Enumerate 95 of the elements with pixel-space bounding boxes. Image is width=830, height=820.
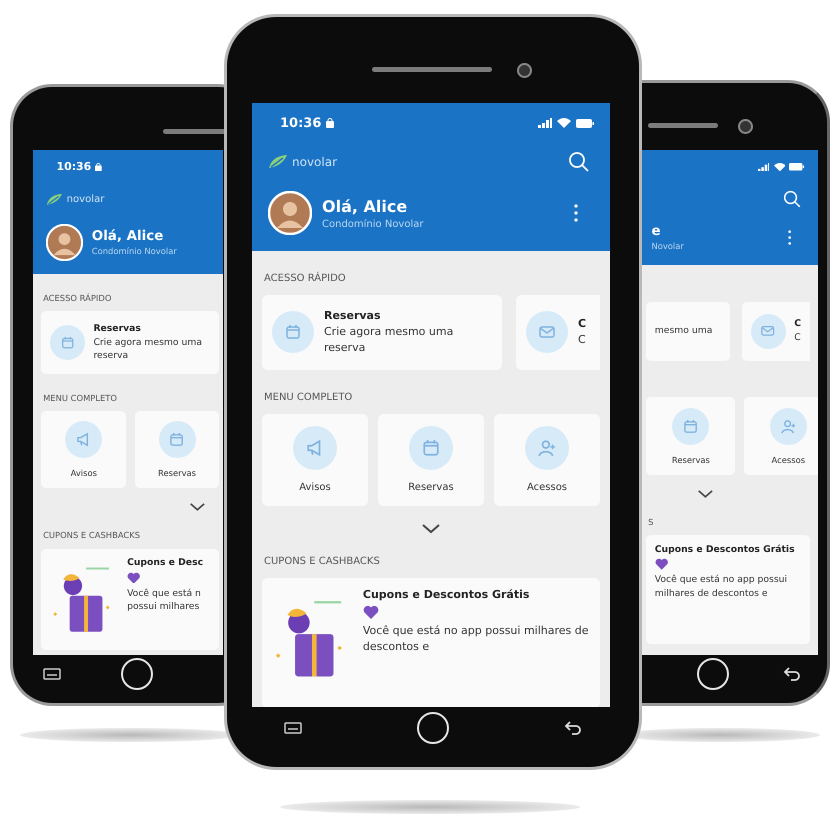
greeting-title: Olá, Alice — [92, 228, 164, 244]
menu-tile[interactable]: Reservas — [378, 414, 484, 506]
section-title: MENU COMPLETO — [43, 392, 118, 403]
card-description: C — [794, 330, 801, 344]
signal-icon — [758, 162, 770, 171]
menu-tile[interactable]: Avisos — [262, 414, 368, 506]
lock-icon — [95, 162, 102, 171]
quick-access-card[interactable]: Reservas Crie agora mesmo uma reserva — [41, 311, 220, 374]
person-icon — [538, 439, 556, 458]
coupon-card[interactable]: Cupons e Descontos Grátis Você que está no app possui milhares de descontos e — [646, 535, 810, 644]
speaker-grille — [648, 123, 718, 128]
quick-access-card[interactable]: mesmo uma — [646, 302, 730, 361]
section-title: CUPONS E CASHBACKS — [43, 530, 140, 540]
signal-icon — [538, 118, 552, 128]
more-options-icon[interactable] — [574, 204, 578, 222]
coupon-card[interactable]: Cupons e Desc Você que está n possui milhares — [41, 548, 220, 650]
chevron-down-icon[interactable] — [189, 503, 206, 512]
coupon-card[interactable]: Cupons e Descontos Grátis Você que está no app possui milhares de descontos e — [262, 578, 600, 707]
menu-label: Reservas — [672, 454, 710, 465]
menu-tile[interactable]: Acessos — [744, 397, 818, 475]
search-icon[interactable] — [782, 190, 802, 209]
menu-tile[interactable]: Acessos — [494, 414, 600, 506]
chevron-down-icon[interactable] — [696, 490, 714, 498]
calendar-icon — [285, 324, 301, 340]
menu-tile[interactable]: Reservas — [646, 397, 736, 475]
battery-icon — [576, 118, 594, 128]
card-description: mesmo uma — [654, 324, 712, 338]
wifi-icon — [774, 162, 786, 171]
camera-dot — [738, 119, 753, 134]
leaf-logo-icon — [268, 154, 288, 170]
heart-icon — [127, 572, 141, 584]
chevron-down-icon[interactable] — [421, 524, 441, 534]
recent-apps-icon[interactable] — [42, 668, 60, 680]
brand-name: novolar — [292, 155, 338, 169]
heart-icon — [654, 558, 668, 570]
recent-apps-icon[interactable] — [284, 722, 302, 734]
card-description: Crie agora mesmo uma reserva — [93, 336, 204, 362]
card-title: C — [794, 318, 801, 330]
card-title: Reservas — [324, 309, 382, 322]
lock-icon — [326, 118, 334, 128]
mail-icon — [539, 325, 555, 340]
calendar-icon — [422, 439, 440, 458]
status-time: 10:36 — [56, 160, 92, 174]
quick-access-card[interactable]: C C — [516, 295, 600, 370]
calendar-icon — [60, 336, 74, 350]
home-button-icon[interactable] — [696, 657, 730, 691]
section-title: ACESSO RÁPIDO — [264, 273, 346, 284]
home-button-icon[interactable] — [416, 711, 450, 745]
avatar-silhouette — [46, 224, 84, 261]
heart-icon — [362, 604, 379, 619]
greeting-title: Olá, Alice — [322, 196, 408, 216]
brand-name: novolar — [66, 194, 104, 206]
coupon-description: Você que está no app possui milhares de descontos e — [654, 573, 788, 601]
menu-label: Reservas — [158, 468, 196, 478]
search-icon[interactable] — [568, 151, 590, 173]
mail-icon — [761, 325, 775, 338]
more-options-icon[interactable] — [788, 230, 792, 246]
wifi-icon — [557, 118, 571, 128]
card-description: C — [578, 332, 586, 348]
calendar-icon — [683, 418, 698, 434]
home-button-icon[interactable] — [120, 657, 154, 691]
condominium-name: Condomínio Novolar — [92, 246, 177, 256]
card-description: Crie agora mesmo uma reserva — [324, 324, 454, 356]
battery-icon — [789, 163, 805, 171]
section-title: CUPONS E CASHBACKS — [264, 556, 380, 567]
status-time: 10:36 — [280, 116, 322, 130]
avatar-silhouette — [268, 191, 312, 235]
calendar-icon — [169, 432, 185, 448]
coupon-description: Você que está no app possui milhares de descontos e — [362, 622, 590, 656]
menu-label: Avisos — [299, 482, 331, 494]
menu-label: Acessos — [526, 482, 568, 494]
back-icon[interactable] — [782, 667, 800, 681]
section-title: MENU COMPLETO — [264, 392, 352, 403]
card-title: C — [578, 316, 586, 330]
quick-access-card[interactable]: C C — [742, 302, 810, 361]
camera-dot — [517, 63, 532, 78]
menu-label: Reservas — [408, 482, 454, 494]
condominium-name: Condomínio Novolar — [322, 218, 424, 230]
menu-tile[interactable]: Reservas — [134, 411, 220, 488]
menu-tile[interactable]: Avisos — [41, 411, 126, 488]
section-title: ACESSO RÁPIDO — [43, 292, 112, 303]
menu-label: Acessos — [772, 454, 806, 465]
coupon-description: Você que está n possui milhares — [127, 586, 202, 614]
section-title: S — [648, 516, 654, 527]
quick-access-card[interactable]: Reservas Crie agora mesmo uma reserva — [262, 295, 502, 370]
card-title: Reservas — [93, 322, 142, 334]
condominium-name: Novolar — [651, 241, 684, 252]
coupon-title: Cupons e Descontos Grátis — [362, 588, 530, 601]
person-icon — [780, 418, 796, 434]
coupon-title: Cupons e Descontos Grátis — [654, 544, 796, 555]
back-icon[interactable] — [564, 721, 582, 735]
coupon-title: Cupons e Desc — [127, 557, 204, 568]
menu-label: Avisos — [70, 468, 97, 478]
greeting-title: e — [651, 224, 662, 239]
leaf-logo-icon — [46, 192, 64, 206]
